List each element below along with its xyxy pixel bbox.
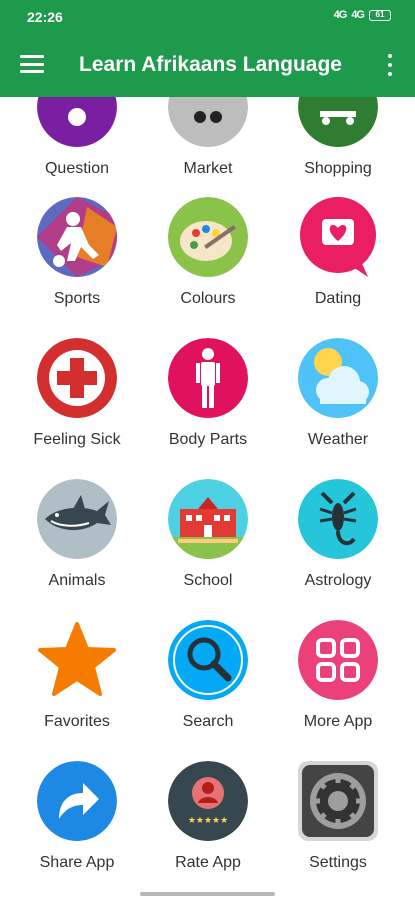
heart-chat-icon	[298, 197, 378, 277]
shopping-cart-icon	[298, 97, 378, 147]
tile-shopping[interactable]: Shopping	[273, 97, 403, 197]
tile-more-app[interactable]: More App	[273, 620, 403, 750]
tile-label: Favorites	[44, 713, 110, 730]
tile-rate-app[interactable]: ★★★★★ Rate App	[143, 761, 273, 877]
shark-icon	[37, 479, 117, 559]
palette-icon	[168, 197, 248, 277]
more-options-icon[interactable]	[385, 54, 395, 76]
market-icon	[168, 97, 248, 147]
tile-body-parts[interactable]: Body Parts	[143, 338, 273, 468]
tile-search[interactable]: Search	[143, 620, 273, 750]
tile-label: Settings	[309, 854, 367, 871]
app-bar: 22:26 4G 4G 61 Learn Afrikaans Language	[0, 0, 415, 97]
tile-label: School	[183, 572, 233, 589]
menu-icon[interactable]	[18, 52, 46, 76]
medical-cross-icon	[37, 338, 117, 418]
navigation-handle[interactable]	[140, 892, 275, 896]
tile-label: Market	[183, 160, 233, 177]
weather-icon	[298, 338, 378, 418]
star-icon	[37, 620, 117, 700]
tile-colours[interactable]: Colours	[143, 197, 273, 327]
tile-market[interactable]: Market	[143, 97, 273, 197]
tile-share-app[interactable]: Share App	[12, 761, 142, 877]
tile-label: Shopping	[304, 160, 372, 177]
tile-dating[interactable]: Dating	[273, 197, 403, 327]
page-title: Learn Afrikaans Language	[79, 53, 342, 76]
search-icon	[168, 620, 248, 700]
gear-icon	[298, 761, 378, 841]
signal-icon: 4G	[351, 9, 365, 21]
tile-label: Body Parts	[168, 431, 248, 448]
tile-favorites[interactable]: Favorites	[12, 620, 142, 750]
body-icon	[168, 338, 248, 418]
scorpion-icon	[298, 479, 378, 559]
tile-school[interactable]: School	[143, 479, 273, 609]
tile-weather[interactable]: Weather	[273, 338, 403, 468]
school-icon	[168, 479, 248, 559]
tile-settings[interactable]: Settings	[273, 761, 403, 877]
tile-label: Feeling Sick	[33, 431, 121, 448]
tile-label: Rate App	[175, 854, 241, 871]
question-icon	[37, 97, 117, 147]
rate-icon: ★★★★★	[168, 761, 248, 841]
battery-icon: 61	[369, 9, 391, 21]
tile-astrology[interactable]: Astrology	[273, 479, 403, 609]
grid-icon	[298, 620, 378, 700]
tile-label: Share App	[39, 854, 115, 871]
tile-sports[interactable]: Sports	[12, 197, 142, 327]
tile-label: Search	[182, 713, 234, 730]
signal-icon: 4G	[333, 9, 348, 21]
tile-animals[interactable]: Animals	[12, 479, 142, 609]
status-time: 22:26	[27, 9, 63, 25]
tile-label: Weather	[307, 431, 369, 448]
share-icon	[37, 761, 117, 841]
tile-question[interactable]: Question	[12, 97, 142, 197]
tile-label: Animals	[48, 572, 106, 589]
tile-label: Astrology	[304, 572, 372, 589]
tile-label: Dating	[314, 290, 362, 307]
tile-label: Sports	[53, 290, 101, 307]
status-icons: 4G 4G 61	[334, 9, 391, 21]
tile-label: More App	[303, 713, 373, 730]
sports-icon	[37, 197, 117, 277]
tile-label: Question	[44, 160, 110, 177]
tile-feeling-sick[interactable]: Feeling Sick	[12, 338, 142, 468]
tile-label: Colours	[180, 290, 236, 307]
category-grid: Question Market Shopping Sports Colours …	[0, 97, 415, 877]
svg-text:★★★★★: ★★★★★	[188, 816, 228, 826]
